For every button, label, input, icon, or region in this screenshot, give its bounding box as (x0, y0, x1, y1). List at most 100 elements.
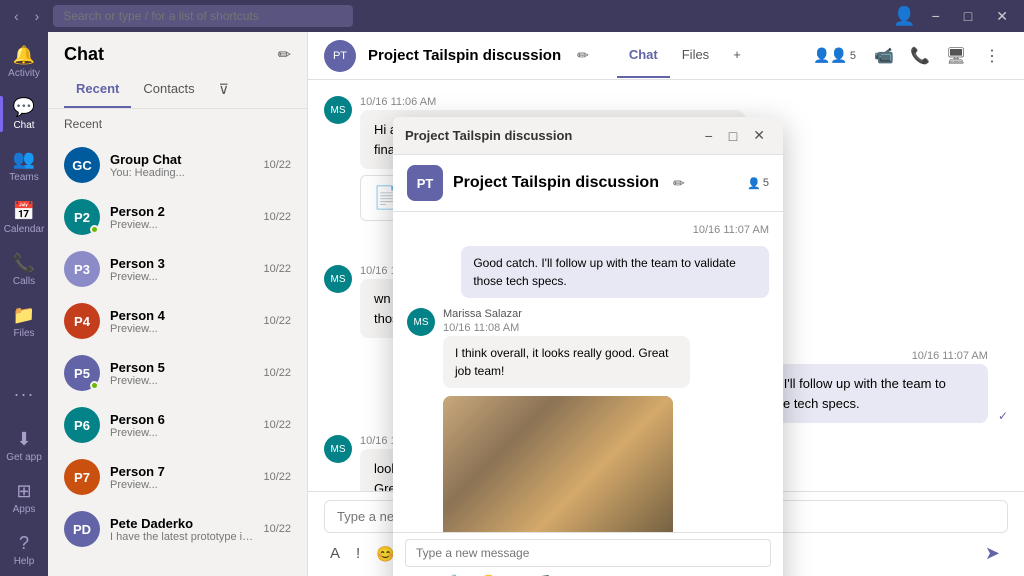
chat-name: Person 5 (110, 360, 253, 375)
compose-icon[interactable]: ✏ (278, 45, 291, 65)
avatar: MS (324, 96, 352, 124)
list-item[interactable]: GC Group Chat You: Heading... 10/22 (48, 139, 307, 191)
popup-format-button[interactable]: A (405, 572, 424, 576)
filter-icon[interactable]: ⊽ (207, 73, 241, 108)
chat-info: Person 2 Preview... (110, 204, 253, 231)
online-indicator (90, 381, 99, 390)
tab-recent[interactable]: Recent (64, 73, 131, 108)
popup-participants-count: 5 (763, 177, 769, 189)
activity-icon: 🔔 (13, 45, 35, 66)
chat-meta: 10/22 (263, 419, 291, 431)
chat-meta: 10/22 (263, 367, 291, 379)
sidebar-item-apps[interactable]: ⊞ Apps (0, 472, 48, 524)
chat-meta: 10/22 (263, 159, 291, 171)
list-item[interactable]: P7 Person 7 Preview... 10/22 (48, 451, 307, 503)
avatar: MS (324, 265, 352, 293)
format-text-button[interactable]: A (324, 541, 346, 566)
maximize-button[interactable]: □ (956, 6, 980, 26)
sidebar-item-files[interactable]: 📁 Files (0, 296, 48, 348)
popup-participants: 👤 5 (747, 177, 769, 190)
edit-title-icon[interactable]: ✏ (577, 47, 589, 64)
sidebar-item-teams[interactable]: 👥 Teams (0, 140, 48, 192)
titlebar-right: 👤 − □ ✕ (893, 6, 1016, 27)
video-call-button[interactable]: 📹 (868, 40, 900, 72)
avatar: P7 (64, 459, 100, 495)
popup-maximize-button[interactable]: □ (723, 125, 743, 146)
left-nav: 🔔 Activity 💬 Chat 👥 Teams 📅 Calendar 📞 C… (0, 32, 48, 576)
sidebar-item-calls[interactable]: 📞 Calls (0, 244, 48, 296)
avatar: PD (64, 511, 100, 547)
popup-attach-button[interactable]: 📎 (445, 571, 471, 576)
chat-preview: I have the latest prototype in my office… (110, 531, 253, 543)
chat-preview: Preview... (110, 375, 253, 387)
chat-preview: Preview... (110, 479, 253, 491)
forward-button[interactable]: › (29, 6, 46, 26)
chat-name: Person 2 (110, 204, 253, 219)
more-icon: ··· (14, 384, 35, 405)
chat-preview: You: Heading... (110, 167, 253, 179)
chat-name: Person 4 (110, 308, 253, 323)
list-item[interactable]: P2 Person 2 Preview... 10/22 (48, 191, 307, 243)
popup-video-thumbnail[interactable]: ▶ (443, 396, 673, 532)
sidebar-header: Chat ✏ (48, 32, 307, 65)
screenshare-button[interactable]: 🖥 (940, 40, 972, 72)
help-label: Help (14, 556, 35, 567)
popup-close-button[interactable]: ✕ (747, 125, 771, 146)
participants-icons: 👤👤 (813, 47, 848, 64)
add-tab-button[interactable]: + (721, 33, 753, 78)
popup-audio-button[interactable]: 🎵 (531, 571, 557, 576)
popup-title: Project Tailspin discussion (405, 128, 572, 143)
chat-info: Person 4 Preview... (110, 308, 253, 335)
chat-label: Chat (13, 120, 34, 131)
files-icon: 📁 (13, 305, 35, 326)
sidebar-tabs: Recent Contacts ⊽ (48, 73, 307, 109)
list-item[interactable]: P5 Person 5 Preview... 10/22 (48, 347, 307, 399)
popup-emoji-button[interactable]: 😊 (475, 571, 501, 576)
calendar-label: Calendar (4, 224, 45, 235)
tab-chat[interactable]: Chat (617, 33, 670, 78)
important-button[interactable]: ! (350, 541, 366, 566)
popup-message-input[interactable] (405, 539, 771, 567)
popup-message-received: I think overall, it looks really good. G… (443, 336, 690, 388)
search-input[interactable] (53, 5, 353, 27)
list-item[interactable]: P4 Person 4 Preview... 10/22 (48, 295, 307, 347)
main-header: PT Project Tailspin discussion ✏ Chat Fi… (308, 32, 1024, 80)
popup-avatar-msg: MS (407, 308, 435, 336)
popup-more-button[interactable]: ··· (561, 572, 584, 576)
sidebar-item-calendar[interactable]: 📅 Calendar (0, 192, 48, 244)
popup-input-area: A ! 📎 😊 ⊞ 🎵 ··· ➤ (393, 532, 783, 576)
minimize-button[interactable]: − (924, 6, 948, 26)
tab-files[interactable]: Files (670, 33, 721, 78)
list-item[interactable]: P3 Person 3 Preview... 10/22 (48, 243, 307, 295)
popup-giphy-button[interactable]: ⊞ (506, 571, 527, 576)
sidebar-item-more[interactable]: ··· (0, 368, 48, 420)
avatar: P6 (64, 407, 100, 443)
tab-contacts[interactable]: Contacts (131, 73, 206, 108)
sidebar-item-help[interactable]: ? Help (0, 524, 48, 576)
list-item[interactable]: PD Pete Daderko I have the latest protot… (48, 503, 307, 555)
popup-edit-icon[interactable]: ✏ (673, 175, 685, 192)
popup-message-sent: Good catch. I'll follow up with the team… (461, 246, 769, 298)
sidebar-item-chat[interactable]: 💬 Chat (0, 88, 48, 140)
popup-important-button[interactable]: ! (428, 572, 442, 576)
popup-send-button[interactable]: ➤ (758, 572, 771, 576)
teams-label: Teams (9, 172, 38, 183)
audio-call-button[interactable]: 📞 (904, 40, 936, 72)
get-app-label: Get app (6, 452, 42, 463)
online-indicator (90, 225, 99, 234)
more-options-button[interactable]: ⋮ (976, 40, 1008, 72)
participants-badge: 👤👤 5 (813, 47, 856, 64)
list-item[interactable]: P6 Person 6 Preview... 10/22 (48, 399, 307, 451)
back-button[interactable]: ‹ (8, 6, 25, 26)
sidebar-item-get-app[interactable]: ⬇ Get app (0, 420, 48, 472)
recent-filter[interactable]: Recent (48, 109, 307, 139)
chat-preview: Preview... (110, 219, 253, 231)
popup-titlebar: Project Tailspin discussion − □ ✕ (393, 117, 783, 155)
files-label: Files (13, 328, 34, 339)
chat-list: Recent GC Group Chat You: Heading... 10/… (48, 109, 307, 576)
close-button[interactable]: ✕ (988, 6, 1016, 27)
sidebar-item-activity[interactable]: 🔔 Activity (0, 36, 48, 88)
popup-minimize-button[interactable]: − (699, 125, 719, 146)
send-button[interactable]: ➤ (977, 539, 1008, 568)
chat-info: Person 6 Preview... (110, 412, 253, 439)
